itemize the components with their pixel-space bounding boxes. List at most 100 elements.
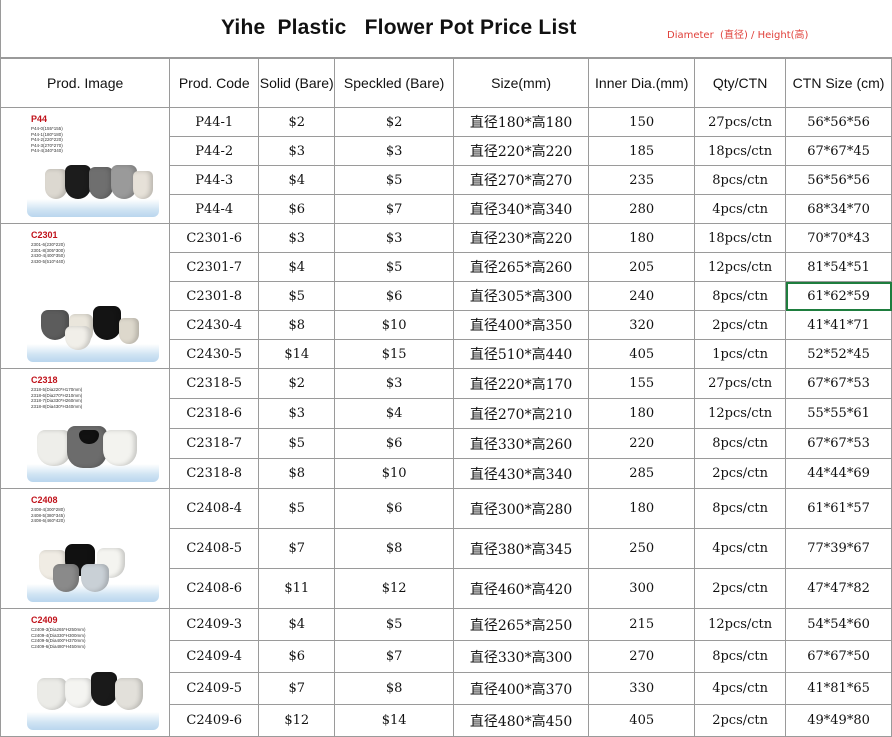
size-mm-cell[interactable]: 直径430*高340 xyxy=(452,458,590,489)
product-code-cell[interactable]: P44-2 xyxy=(169,136,260,166)
solid-price-cell[interactable]: $6 xyxy=(258,194,336,224)
inner-diameter-cell[interactable]: 205 xyxy=(588,252,696,282)
solid-price-cell[interactable]: $12 xyxy=(258,704,336,737)
qty-per-ctn-cell[interactable]: 2pcs/ctn xyxy=(694,458,787,489)
size-mm-cell[interactable]: 直径510*高440 xyxy=(452,339,590,369)
inner-diameter-cell[interactable]: 405 xyxy=(588,339,696,369)
product-code-cell[interactable]: P44-3 xyxy=(169,165,260,195)
ctn-size-cell[interactable]: 67*67*53 xyxy=(785,368,892,399)
speckled-price-cell[interactable]: $2 xyxy=(334,107,454,137)
speckled-price-cell[interactable]: $6 xyxy=(334,488,454,529)
ctn-size-cell[interactable]: 67*67*53 xyxy=(785,428,892,459)
ctn-size-cell[interactable]: 55*55*61 xyxy=(785,398,892,429)
ctn-size-cell[interactable]: 54*54*60 xyxy=(785,608,892,641)
product-image-c2318[interactable]: C2318 2318-5(Dia220*H170mm) 2318-6(Dia270*… xyxy=(0,368,171,489)
product-code-cell[interactable]: C2301-7 xyxy=(169,252,260,282)
product-code-cell[interactable]: C2301-8 xyxy=(169,281,260,311)
speckled-price-cell[interactable]: $6 xyxy=(334,281,454,311)
ctn-size-cell[interactable]: 67*67*50 xyxy=(785,640,892,673)
size-mm-cell[interactable]: 直径460*高420 xyxy=(452,568,590,609)
product-image-c2408[interactable]: C2408 2408-4(300*280) 2408-5(380*345) 2408-… xyxy=(0,488,171,609)
qty-per-ctn-cell[interactable]: 4pcs/ctn xyxy=(694,672,787,705)
solid-price-cell[interactable]: $14 xyxy=(258,339,336,369)
speckled-price-cell[interactable]: $15 xyxy=(334,339,454,369)
product-code-cell[interactable]: C2408-6 xyxy=(169,568,260,609)
qty-per-ctn-cell[interactable]: 12pcs/ctn xyxy=(694,252,787,282)
product-image-c2409[interactable]: C2409 C2409-3(Dia265*H250mm) C2409-4(Dia33… xyxy=(0,608,171,737)
product-code-cell[interactable]: C2318-7 xyxy=(169,428,260,459)
qty-per-ctn-cell[interactable]: 27pcs/ctn xyxy=(694,368,787,399)
inner-diameter-cell[interactable]: 180 xyxy=(588,223,696,253)
inner-diameter-cell[interactable]: 215 xyxy=(588,608,696,641)
qty-per-ctn-cell[interactable]: 1pcs/ctn xyxy=(694,339,787,369)
inner-diameter-cell[interactable]: 180 xyxy=(588,488,696,529)
solid-price-cell[interactable]: $7 xyxy=(258,672,336,705)
qty-per-ctn-cell[interactable]: 12pcs/ctn xyxy=(694,398,787,429)
product-code-cell[interactable]: C2318-8 xyxy=(169,458,260,489)
inner-diameter-cell[interactable]: 330 xyxy=(588,672,696,705)
col-header-speckled[interactable]: Speckled (Bare) xyxy=(334,58,454,108)
inner-diameter-cell[interactable]: 180 xyxy=(588,398,696,429)
inner-diameter-cell[interactable]: 300 xyxy=(588,568,696,609)
qty-per-ctn-cell[interactable]: 4pcs/ctn xyxy=(694,194,787,224)
solid-price-cell[interactable]: $8 xyxy=(258,310,336,340)
solid-price-cell[interactable]: $2 xyxy=(258,107,336,137)
ctn-size-cell[interactable]: 41*81*65 xyxy=(785,672,892,705)
ctn-size-cell[interactable]: 41*41*71 xyxy=(785,310,892,340)
speckled-price-cell[interactable]: $5 xyxy=(334,165,454,195)
product-code-cell[interactable]: C2301-6 xyxy=(169,223,260,253)
size-mm-cell[interactable]: 直径330*高260 xyxy=(452,428,590,459)
ctn-size-cell[interactable]: 68*34*70 xyxy=(785,194,892,224)
solid-price-cell[interactable]: $4 xyxy=(258,252,336,282)
qty-per-ctn-cell[interactable]: 8pcs/ctn xyxy=(694,488,787,529)
inner-diameter-cell[interactable]: 240 xyxy=(588,281,696,311)
col-header-solid[interactable]: Solid (Bare) xyxy=(258,58,336,108)
solid-price-cell[interactable]: $3 xyxy=(258,223,336,253)
solid-price-cell[interactable]: $7 xyxy=(258,528,336,569)
size-mm-cell[interactable]: 直径330*高300 xyxy=(452,640,590,673)
product-code-cell[interactable]: C2318-6 xyxy=(169,398,260,429)
col-header-image[interactable]: Prod. Image xyxy=(0,58,171,108)
speckled-price-cell[interactable]: $4 xyxy=(334,398,454,429)
solid-price-cell[interactable]: $11 xyxy=(258,568,336,609)
col-header-size[interactable]: Size(mm) xyxy=(452,58,590,108)
size-mm-cell[interactable]: 直径480*高450 xyxy=(452,704,590,737)
qty-per-ctn-cell[interactable]: 18pcs/ctn xyxy=(694,136,787,166)
qty-per-ctn-cell[interactable]: 18pcs/ctn xyxy=(694,223,787,253)
ctn-size-cell[interactable]: 49*49*80 xyxy=(785,704,892,737)
size-mm-cell[interactable]: 直径265*高250 xyxy=(452,608,590,641)
product-image-c2301[interactable]: C2301 2301-6(230*220) 2301-8(305*300) 2430-… xyxy=(0,223,171,369)
size-mm-cell[interactable]: 直径270*高210 xyxy=(452,398,590,429)
speckled-price-cell[interactable]: $14 xyxy=(334,704,454,737)
qty-per-ctn-cell[interactable]: 27pcs/ctn xyxy=(694,107,787,137)
product-code-cell[interactable]: C2409-4 xyxy=(169,640,260,673)
speckled-price-cell[interactable]: $3 xyxy=(334,368,454,399)
ctn-size-cell[interactable]: 61*62*59 xyxy=(785,281,892,311)
speckled-price-cell[interactable]: $10 xyxy=(334,458,454,489)
speckled-price-cell[interactable]: $7 xyxy=(334,640,454,673)
product-code-cell[interactable]: C2430-4 xyxy=(169,310,260,340)
ctn-size-cell[interactable]: 47*47*82 xyxy=(785,568,892,609)
size-mm-cell[interactable]: 直径230*高220 xyxy=(452,223,590,253)
speckled-price-cell[interactable]: $6 xyxy=(334,428,454,459)
qty-per-ctn-cell[interactable]: 8pcs/ctn xyxy=(694,640,787,673)
inner-diameter-cell[interactable]: 220 xyxy=(588,428,696,459)
qty-per-ctn-cell[interactable]: 2pcs/ctn xyxy=(694,704,787,737)
ctn-size-cell[interactable]: 61*61*57 xyxy=(785,488,892,529)
solid-price-cell[interactable]: $5 xyxy=(258,281,336,311)
col-header-inner-dia[interactable]: Inner Dia.(mm) xyxy=(588,58,696,108)
product-code-cell[interactable]: C2408-4 xyxy=(169,488,260,529)
speckled-price-cell[interactable]: $5 xyxy=(334,252,454,282)
size-mm-cell[interactable]: 直径180*高180 xyxy=(452,107,590,137)
product-code-cell[interactable]: C2409-5 xyxy=(169,672,260,705)
solid-price-cell[interactable]: $5 xyxy=(258,488,336,529)
inner-diameter-cell[interactable]: 250 xyxy=(588,528,696,569)
size-mm-cell[interactable]: 直径340*高340 xyxy=(452,194,590,224)
qty-per-ctn-cell[interactable]: 2pcs/ctn xyxy=(694,310,787,340)
ctn-size-cell[interactable]: 81*54*51 xyxy=(785,252,892,282)
ctn-size-cell[interactable]: 52*52*45 xyxy=(785,339,892,369)
solid-price-cell[interactable]: $8 xyxy=(258,458,336,489)
product-code-cell[interactable]: C2430-5 xyxy=(169,339,260,369)
size-mm-cell[interactable]: 直径220*高170 xyxy=(452,368,590,399)
qty-per-ctn-cell[interactable]: 2pcs/ctn xyxy=(694,568,787,609)
